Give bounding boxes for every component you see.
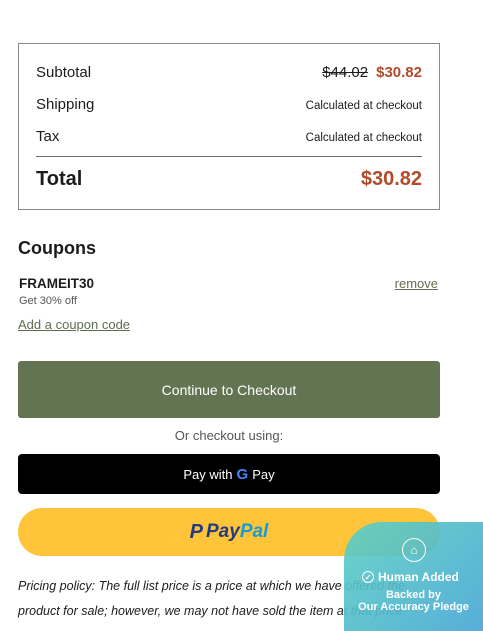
or-checkout-label: Or checkout using: (174, 428, 284, 443)
subtotal-row: Subtotal $44.02 $30.82 (36, 64, 422, 81)
coupons-heading: Coupons (18, 238, 96, 258)
badge-line-3: Our Accuracy Pledge (358, 601, 469, 613)
google-g-icon: G (236, 465, 249, 483)
subtotal-prices: $44.02 $30.82 (322, 64, 422, 81)
continue-to-checkout-button[interactable]: Continue to Checkout (18, 361, 440, 418)
tax-label: Tax (36, 128, 60, 145)
badge-title: ✓ Human Added (362, 570, 459, 584)
coupon-description: Get 30% off (19, 295, 77, 307)
add-coupon-link[interactable]: Add a coupon code (18, 317, 130, 332)
subtotal-sale-price: $30.82 (376, 64, 422, 81)
total-row: Total $30.82 (36, 168, 422, 191)
subtotal-label: Subtotal (36, 64, 92, 81)
total-value: $30.82 (360, 168, 422, 190)
shipping-row: Shipping Calculated at checkout (36, 96, 422, 113)
total-label: Total (36, 168, 83, 190)
home-icon: ⌂ (402, 538, 426, 562)
paypal-logo-icon: P (189, 520, 203, 543)
remove-coupon-link[interactable]: remove (395, 276, 438, 291)
summary-divider (36, 156, 422, 157)
shipping-label: Shipping (36, 96, 95, 113)
coupon-code: FRAMEIT30 (19, 276, 95, 291)
check-circle-icon: ✓ (362, 571, 374, 583)
accuracy-pledge-badge[interactable]: ⌂ ✓ Human Added Backed by Our Accuracy P… (344, 522, 483, 631)
badge-line-2: Backed by (385, 589, 442, 601)
tax-row: Tax Calculated at checkout (36, 128, 422, 145)
order-summary: Subtotal $44.02 $30.82 Shipping Calculat… (18, 43, 440, 210)
shipping-value: Calculated at checkout (305, 100, 422, 112)
tax-value: Calculated at checkout (305, 132, 422, 144)
paypal-wordmark: PayPal (206, 521, 269, 542)
google-pay-button[interactable]: Pay with G Pay (18, 454, 440, 494)
gpay-prefix: Pay with (183, 466, 233, 482)
subtotal-original-price: $44.02 (322, 64, 369, 81)
gpay-suffix: Pay (252, 466, 275, 482)
